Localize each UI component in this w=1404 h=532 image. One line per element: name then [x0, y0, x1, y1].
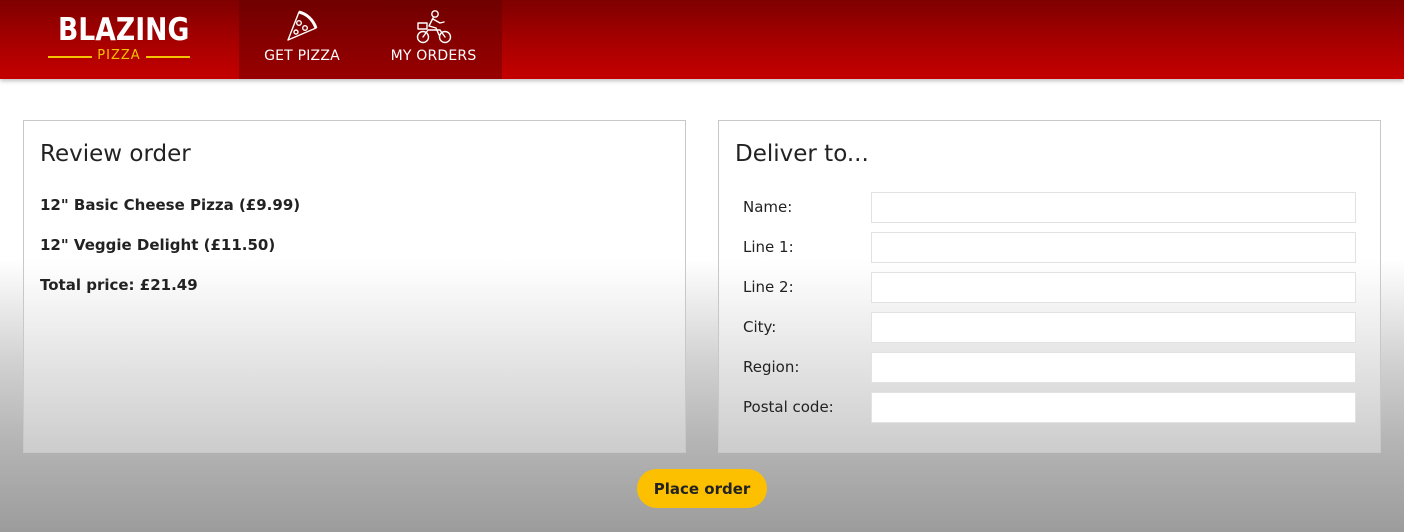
region-field[interactable]	[871, 352, 1356, 383]
order-item: 12" Basic Cheese Pizza (£9.99)	[40, 196, 301, 214]
delivery-panel: Deliver to... Name: Line 1: Line 2: City…	[718, 120, 1381, 453]
postal-code-label: Postal code:	[743, 398, 834, 416]
line2-label: Line 2:	[743, 278, 794, 296]
top-bar: BLAZING PIZZA GET PIZZA MY ORDERS	[0, 0, 1404, 79]
form-row-line2: Line 2:	[719, 272, 1382, 303]
nav-my-orders-label: MY ORDERS	[390, 48, 477, 64]
form-row-city: City:	[719, 312, 1382, 343]
line1-label: Line 1:	[743, 238, 794, 256]
delivery-title: Deliver to...	[735, 141, 869, 167]
line1-field[interactable]	[871, 232, 1356, 263]
order-total: Total price: £21.49	[40, 276, 198, 294]
nav-my-orders[interactable]: MY ORDERS	[365, 0, 502, 79]
brand-subtitle-row: PIZZA	[48, 48, 190, 64]
logo-divider-right	[146, 56, 190, 58]
line2-field[interactable]	[871, 272, 1356, 303]
review-order-title: Review order	[40, 141, 191, 167]
city-field[interactable]	[871, 312, 1356, 343]
city-label: City:	[743, 318, 777, 336]
form-row-postal-code: Postal code:	[719, 392, 1382, 423]
nav-get-pizza-label: GET PIZZA	[264, 48, 340, 64]
order-item: 12" Veggie Delight (£11.50)	[40, 236, 276, 254]
main-nav: GET PIZZA MY ORDERS	[239, 0, 502, 79]
postal-code-field[interactable]	[871, 392, 1356, 423]
name-label: Name:	[743, 198, 793, 216]
delivery-rider-icon	[415, 9, 453, 49]
brand-name: BLAZING	[57, 12, 190, 48]
form-row-name: Name:	[719, 192, 1382, 223]
pizza-slice-icon	[285, 9, 319, 47]
review-order-panel: Review order 12" Basic Cheese Pizza (£9.…	[23, 120, 686, 453]
brand-logo[interactable]: BLAZING PIZZA	[48, 12, 190, 66]
form-row-region: Region:	[719, 352, 1382, 383]
name-field[interactable]	[871, 192, 1356, 223]
region-label: Region:	[743, 358, 800, 376]
form-row-line1: Line 1:	[719, 232, 1382, 263]
nav-get-pizza[interactable]: GET PIZZA	[239, 0, 365, 79]
place-order-button[interactable]: Place order	[637, 469, 767, 508]
